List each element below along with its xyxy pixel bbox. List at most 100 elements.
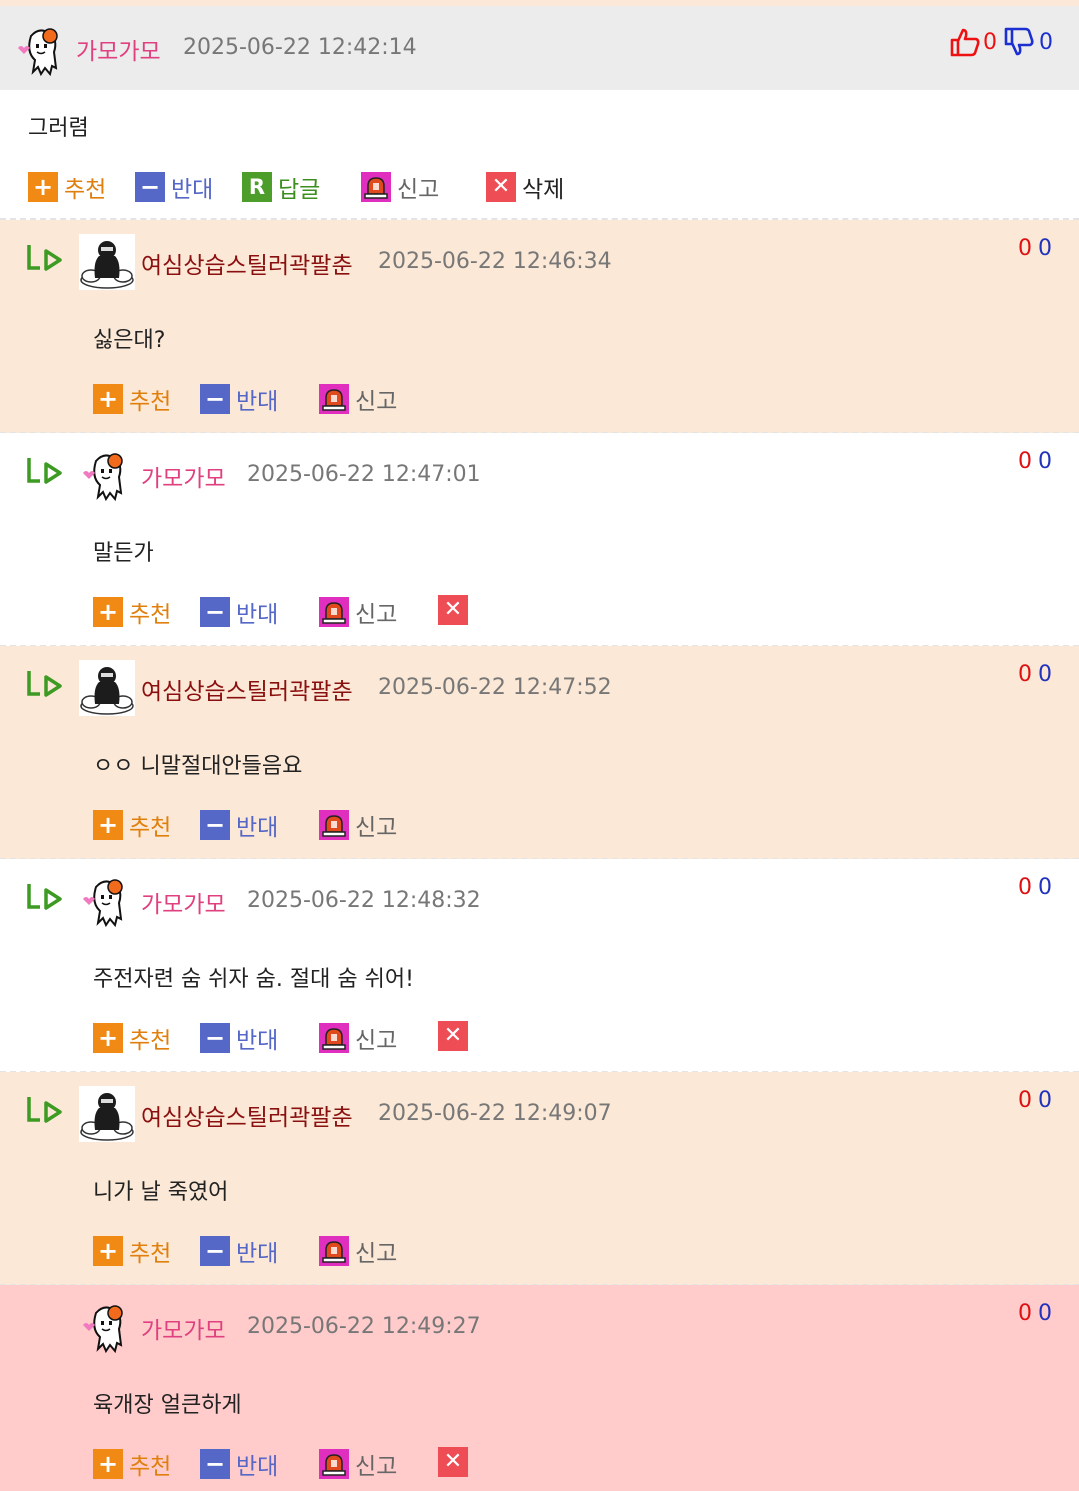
report-button[interactable]: 신고 xyxy=(319,595,397,629)
comment-date: 2025-06-22 12:47:01 xyxy=(247,462,481,487)
thumbs-up-icon xyxy=(950,28,980,57)
nickname[interactable]: 가모가모 xyxy=(141,1311,226,1345)
minus-icon: − xyxy=(200,810,230,840)
siren-icon xyxy=(319,1023,349,1053)
reply-button[interactable]: R 답글 xyxy=(242,170,320,204)
reply-item: 여심상습스틸러곽팔춘 2025-06-22 12:47:52 00 ㅇㅇ 니말절… xyxy=(0,646,1079,860)
reply-arrow-icon xyxy=(24,455,64,489)
recommend-button[interactable]: + 추천 xyxy=(93,808,171,842)
comment-date: 2025-06-22 12:49:07 xyxy=(378,1101,612,1126)
recommend-button[interactable]: + 추천 xyxy=(93,595,171,629)
reply-r-icon: R xyxy=(242,172,272,202)
siren-icon xyxy=(319,810,349,840)
nickname[interactable]: 여심상습스틸러곽팔춘 xyxy=(141,672,353,706)
recommend-button[interactable]: + 추천 xyxy=(93,1234,171,1268)
nickname[interactable]: 가모가모 xyxy=(141,459,226,493)
minus-icon: − xyxy=(200,1449,230,1479)
recommend-button[interactable]: + 추천 xyxy=(93,1021,171,1055)
oppose-button[interactable]: − 반대 xyxy=(200,808,278,842)
minus-icon: − xyxy=(200,384,230,414)
ghost-avatar[interactable] xyxy=(79,873,135,929)
comment-content: ㅇㅇ 니말절대안들음요 xyxy=(93,754,303,779)
main-comment-header: 가모가모 2025-06-22 12:42:14 0 0 xyxy=(0,6,1079,90)
comment-date: 2025-06-22 12:47:52 xyxy=(378,675,612,700)
oppose-button[interactable]: − 반대 xyxy=(200,1234,278,1268)
siren-icon xyxy=(361,172,391,202)
recommend-button[interactable]: + 추천 xyxy=(93,1447,171,1481)
reply-item: 가모가모 2025-06-22 12:47:01 00 말든가 + 추천 − 반대 … xyxy=(0,433,1079,647)
vote-counts: 00 xyxy=(1018,875,1052,900)
report-button[interactable]: 신고 xyxy=(319,808,397,842)
plus-icon: + xyxy=(93,384,123,414)
vote-counts: 00 xyxy=(1018,662,1052,687)
man-avatar[interactable] xyxy=(79,1086,135,1142)
reply-item-highlighted: 가모가모 2025-06-22 12:49:27 00 육개장 얼큰하게 + 추천… xyxy=(0,1285,1079,1491)
close-icon: ✕ xyxy=(486,172,516,202)
recommend-button[interactable]: + 추천 xyxy=(93,382,171,416)
reply-item: 여심상습스틸러곽팔춘 2025-06-22 12:46:34 00 싫은대? +… xyxy=(0,220,1079,434)
comment-content: 주전자련 숨 쉬자 숨. 절대 숨 쉬어! xyxy=(93,967,414,992)
delete-button[interactable]: ✕ xyxy=(438,1021,474,1051)
main-comment-body: 그러렴 + 추천 − 반대 R 답글 신고 ✕ 삭제 xyxy=(0,90,1079,220)
delete-button[interactable]: ✕ xyxy=(438,595,474,625)
vote-counts: 00 xyxy=(1018,1301,1052,1326)
plus-icon: + xyxy=(93,1023,123,1053)
comment-date: 2025-06-22 12:46:34 xyxy=(378,249,612,274)
nickname[interactable]: 가모가모 xyxy=(141,885,226,919)
reply-arrow-icon xyxy=(24,242,64,276)
close-icon: ✕ xyxy=(438,1021,468,1051)
vote-counts: 00 xyxy=(1018,236,1052,261)
oppose-button[interactable]: − 반대 xyxy=(200,595,278,629)
man-avatar[interactable] xyxy=(79,660,135,716)
vote-counts: 00 xyxy=(1018,1088,1052,1113)
comment-date: 2025-06-22 12:42:14 xyxy=(183,35,417,60)
reply-item: 가모가모 2025-06-22 12:48:32 00 주전자련 숨 쉬자 숨.… xyxy=(0,859,1079,1073)
nickname[interactable]: 여심상습스틸러곽팔춘 xyxy=(141,1098,353,1132)
siren-icon xyxy=(319,384,349,414)
minus-icon: − xyxy=(200,1236,230,1266)
close-icon: ✕ xyxy=(438,1447,468,1477)
plus-icon: + xyxy=(93,597,123,627)
report-button[interactable]: 신고 xyxy=(361,170,439,204)
ghost-avatar[interactable] xyxy=(14,22,70,78)
nickname[interactable]: 가모가모 xyxy=(76,32,161,66)
report-button[interactable]: 신고 xyxy=(319,1447,397,1481)
delete-button[interactable]: ✕ xyxy=(438,1447,474,1477)
ghost-avatar[interactable] xyxy=(79,1299,135,1355)
plus-icon: + xyxy=(28,172,58,202)
comment-content: 말든가 xyxy=(93,541,154,566)
reply-arrow-icon xyxy=(24,668,64,702)
oppose-button[interactable]: − 반대 xyxy=(200,1447,278,1481)
siren-icon xyxy=(319,597,349,627)
vote-counts: 00 xyxy=(1018,449,1052,474)
nickname[interactable]: 여심상습스틸러곽팔춘 xyxy=(141,246,353,280)
man-avatar[interactable] xyxy=(79,234,135,290)
siren-icon xyxy=(319,1236,349,1266)
reply-arrow-icon xyxy=(24,1094,64,1128)
comment-date: 2025-06-22 12:48:32 xyxy=(247,888,481,913)
minus-icon: − xyxy=(200,597,230,627)
plus-icon: + xyxy=(93,810,123,840)
minus-icon: − xyxy=(135,172,165,202)
comment-content: 육개장 얼큰하게 xyxy=(93,1393,242,1418)
recommend-button[interactable]: + 추천 xyxy=(28,170,106,204)
oppose-button[interactable]: − 반대 xyxy=(200,382,278,416)
plus-icon: + xyxy=(93,1449,123,1479)
ghost-avatar[interactable] xyxy=(79,447,135,503)
up-count: 0 xyxy=(983,29,997,55)
report-button[interactable]: 신고 xyxy=(319,1234,397,1268)
reply-arrow-icon xyxy=(24,881,64,915)
report-button[interactable]: 신고 xyxy=(319,382,397,416)
plus-icon: + xyxy=(93,1236,123,1266)
minus-icon: − xyxy=(200,1023,230,1053)
comment-content: 그러렴 xyxy=(28,116,89,141)
oppose-button[interactable]: − 반대 xyxy=(200,1021,278,1055)
oppose-button[interactable]: − 반대 xyxy=(135,170,213,204)
main-vote-counts: 0 0 xyxy=(949,26,1053,58)
comment-date: 2025-06-22 12:49:27 xyxy=(247,1314,481,1339)
siren-icon xyxy=(319,1449,349,1479)
report-button[interactable]: 신고 xyxy=(319,1021,397,1055)
reply-item: 여심상습스틸러곽팔춘 2025-06-22 12:49:07 00 니가 날 죽… xyxy=(0,1072,1079,1286)
comment-content: 니가 날 죽였어 xyxy=(93,1180,229,1205)
delete-button[interactable]: ✕ 삭제 xyxy=(486,170,564,204)
